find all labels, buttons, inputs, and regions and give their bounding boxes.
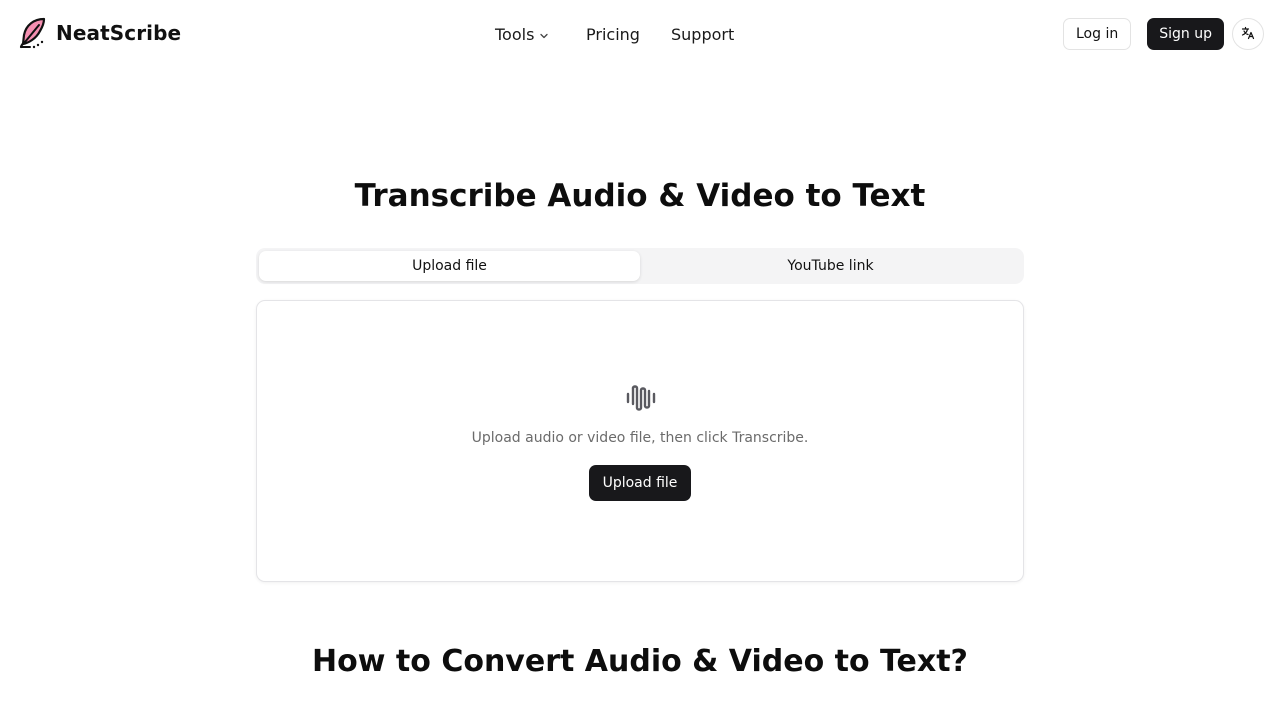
main-nav: Tools Pricing Support bbox=[495, 22, 734, 46]
top-navigation-bar: NeatScribe Tools Pricing Support Log in … bbox=[0, 0, 1280, 68]
tab-youtube-link[interactable]: YouTube link bbox=[640, 251, 1021, 281]
upload-hint-text: Upload audio or video file, then click T… bbox=[471, 430, 809, 446]
chevron-down-icon bbox=[539, 26, 549, 45]
nav-pricing-link[interactable]: Pricing bbox=[586, 22, 671, 46]
translate-icon bbox=[1241, 26, 1255, 43]
how-to-section-title: How to Convert Audio & Video to Text? bbox=[312, 644, 968, 679]
nav-support-link[interactable]: Support bbox=[671, 22, 734, 46]
tab-upload-file[interactable]: Upload file bbox=[259, 251, 640, 281]
login-button[interactable]: Log in bbox=[1063, 18, 1132, 50]
feather-quill-icon bbox=[18, 17, 47, 49]
upload-mode-tabs: Upload file YouTube link bbox=[256, 248, 1024, 284]
signup-button[interactable]: Sign up bbox=[1147, 18, 1224, 50]
audio-wave-icon bbox=[625, 382, 657, 418]
auth-buttons: Log in Sign up bbox=[1063, 18, 1224, 50]
brand-logo-link[interactable]: NeatScribe bbox=[18, 17, 181, 49]
upload-dropzone[interactable]: Upload audio or video file, then click T… bbox=[256, 300, 1024, 582]
nav-tools-label: Tools bbox=[495, 24, 535, 44]
page-title: Transcribe Audio & Video to Text bbox=[354, 178, 926, 214]
language-switch-button[interactable] bbox=[1232, 18, 1264, 50]
nav-tools-dropdown[interactable]: Tools bbox=[495, 22, 586, 46]
upload-file-button[interactable]: Upload file bbox=[589, 465, 691, 501]
brand-name: NeatScribe bbox=[56, 21, 182, 45]
